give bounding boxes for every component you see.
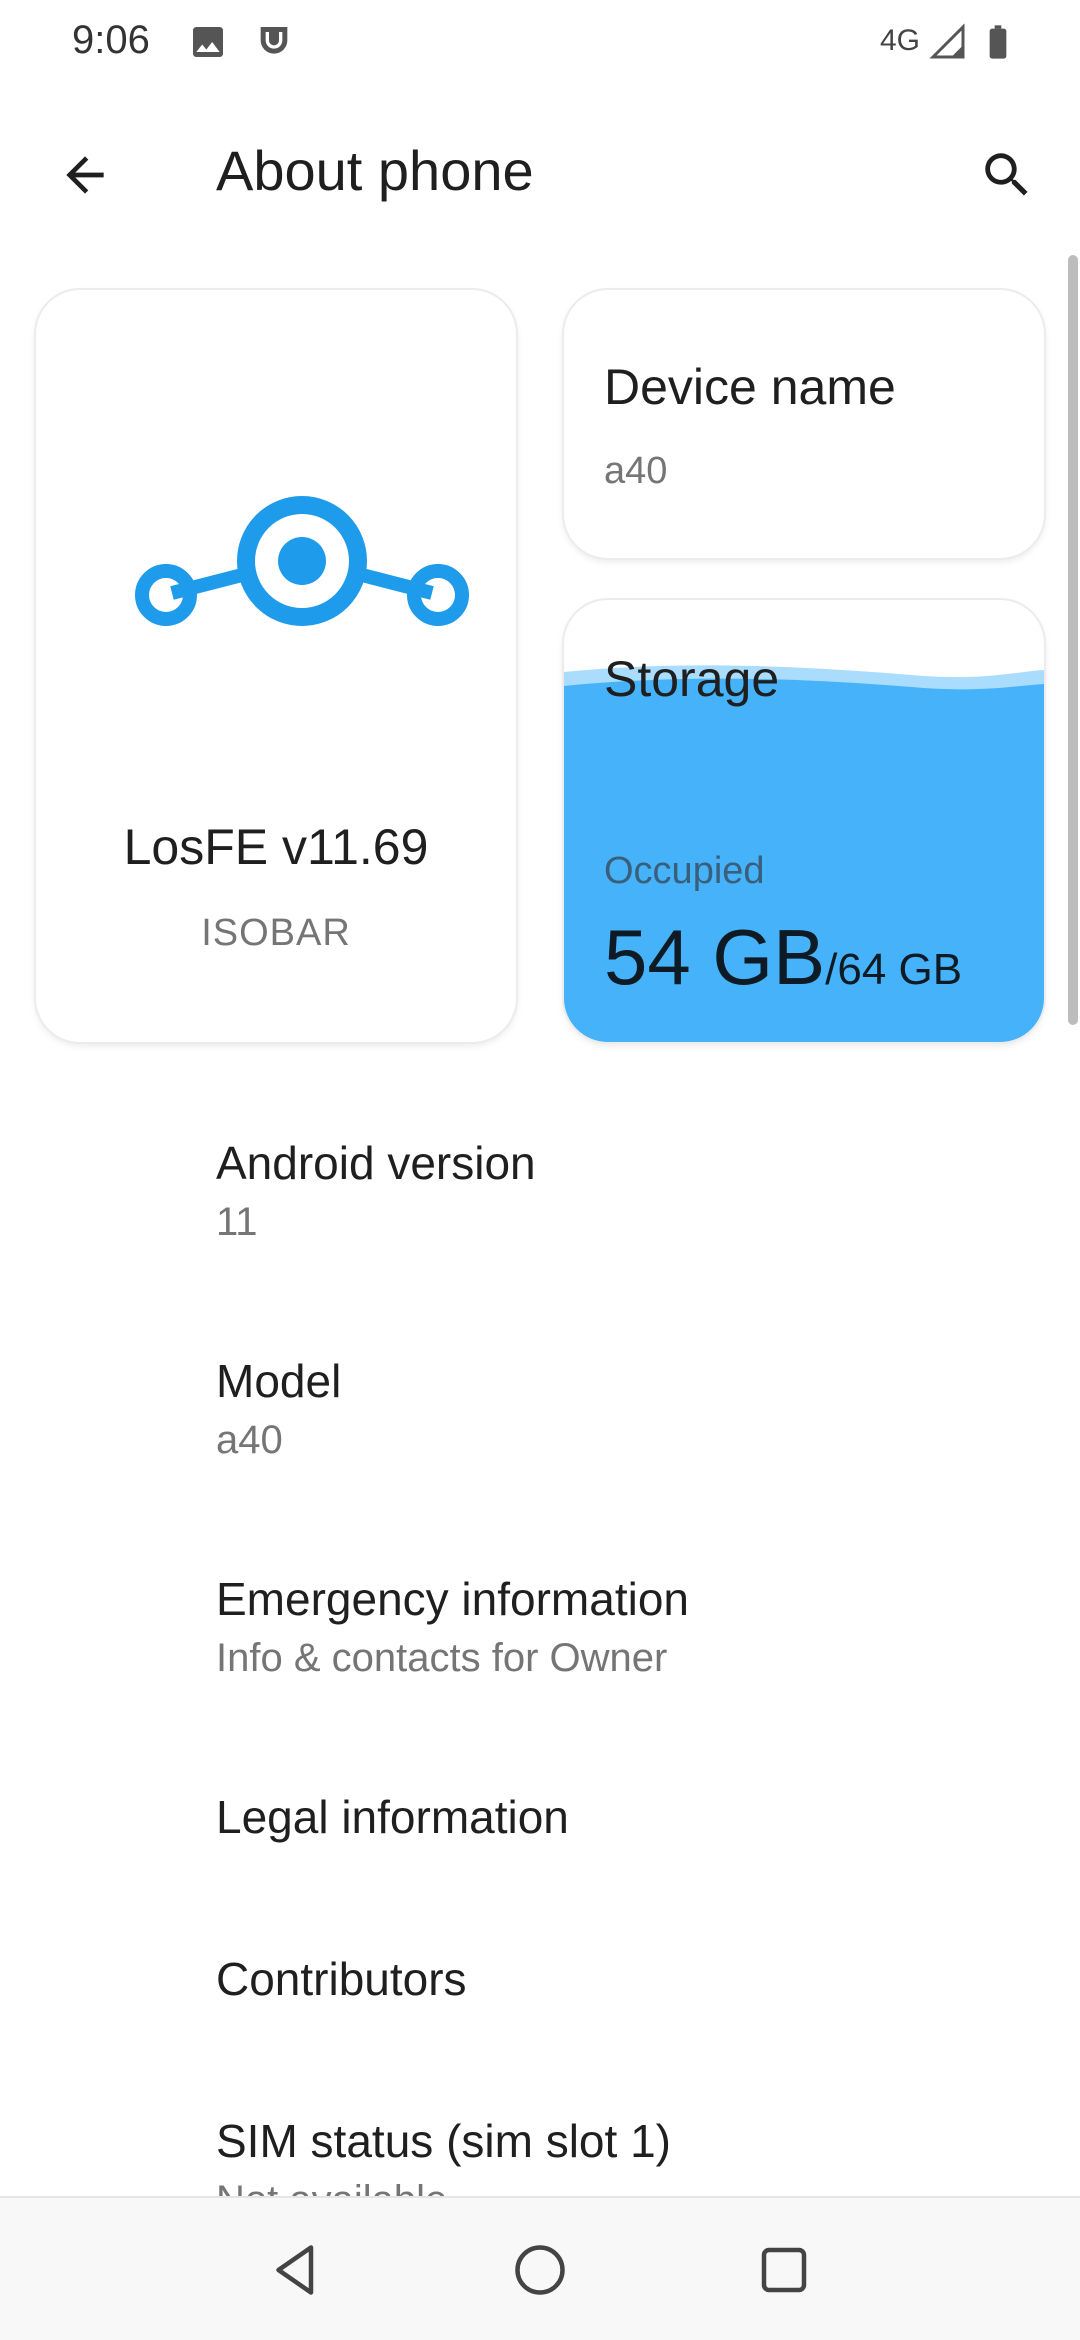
pref-title: Legal information [216, 1791, 569, 1843]
pref-android-version[interactable]: Android version 11 [0, 1110, 1080, 1320]
storage-title: Storage [604, 651, 780, 707]
os-name: LosFE v11.69 [123, 819, 429, 875]
battery-icon [978, 22, 1018, 62]
pref-model[interactable]: Model a40 [0, 1328, 1080, 1538]
back-button[interactable] [40, 130, 130, 220]
navigation-bar [0, 2196, 1080, 2340]
pref-summary: a40 [216, 1418, 283, 1462]
pref-title: Emergency information [216, 1573, 689, 1625]
pref-title: Android version [216, 1137, 536, 1189]
back-arrow-icon [66, 156, 104, 194]
search-button[interactable] [962, 130, 1052, 220]
pref-summary: Not available [216, 2178, 447, 2196]
page-title: About phone [216, 139, 534, 202]
app-bar: About phone [0, 100, 1080, 250]
storage-total: /64 GB [825, 945, 963, 994]
pref-contributors[interactable]: Contributors [0, 1926, 1080, 2086]
pref-sim-status[interactable]: SIM status (sim slot 1) Not available [0, 2088, 1080, 2196]
pref-summary: Info & contacts for Owner [216, 1636, 668, 1680]
device-name-card[interactable]: Device name a40 [564, 290, 1044, 558]
storage-card[interactable]: Storage Occupied 54 GB/64 GB [564, 600, 1044, 1042]
nav-back-button[interactable] [246, 2220, 346, 2320]
nav-back-icon [276, 2245, 314, 2295]
alarm-icon [254, 22, 294, 62]
pref-summary: 11 [216, 1200, 258, 1244]
network-type: 4G [880, 24, 921, 57]
device-name-title: Device name [604, 359, 896, 415]
search-icon [985, 153, 1028, 196]
os-subtitle: ISOBAR [201, 912, 351, 954]
storage-used: 54 GB [604, 913, 826, 1001]
nav-recents-button[interactable] [734, 2220, 834, 2320]
pref-legal-information[interactable]: Legal information [0, 1764, 1080, 1924]
lineage-logo-icon [135, 496, 469, 626]
image-icon [188, 22, 228, 62]
status-time: 9:06 [72, 18, 150, 62]
pref-title: SIM status (sim slot 1) [216, 2115, 671, 2167]
nav-home-button[interactable] [490, 2220, 590, 2320]
scrollbar[interactable] [1068, 255, 1078, 1025]
device-name-value: a40 [604, 450, 668, 492]
storage-values: 54 GB/64 GB [604, 912, 962, 1003]
signal-icon [928, 22, 968, 62]
pref-emergency-information[interactable]: Emergency information Info & contacts fo… [0, 1546, 1080, 1756]
nav-recents-icon [761, 2247, 807, 2293]
nav-home-icon [515, 2245, 565, 2295]
pref-title: Model [216, 1355, 342, 1407]
storage-occupied-label: Occupied [604, 850, 765, 892]
pref-title: Contributors [216, 1953, 467, 2005]
status-bar: 9:06 4G [0, 0, 1080, 86]
